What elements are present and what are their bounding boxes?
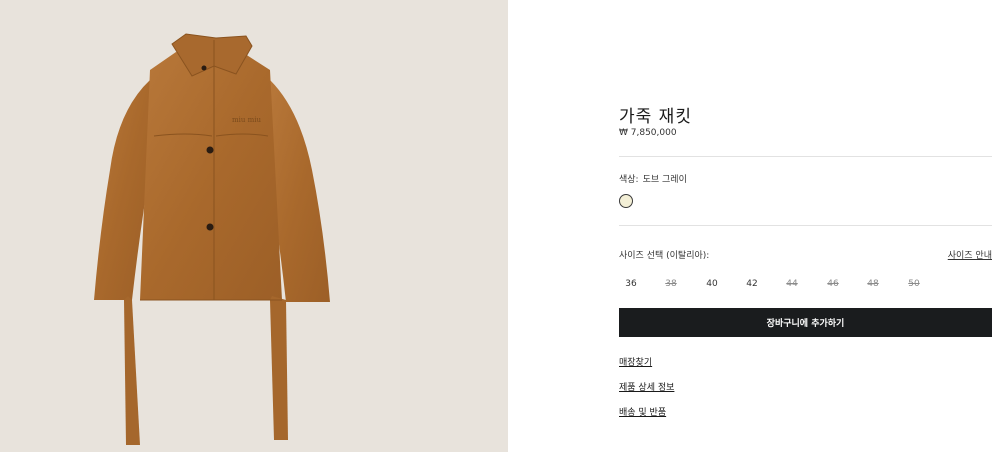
add-to-cart-button[interactable]: 장바구니에 추가하기 [619, 308, 992, 337]
size-option-38[interactable]: 38 [659, 279, 683, 289]
color-label: 색상: [619, 175, 639, 185]
store-finder-link[interactable]: 매장찾기 [619, 355, 652, 368]
size-option-48[interactable]: 48 [861, 279, 885, 289]
jacket-button [206, 223, 214, 231]
size-option-44[interactable]: 44 [780, 279, 804, 289]
size-option-50[interactable]: 50 [902, 279, 926, 289]
size-guide-link[interactable]: 사이즈 안내 [948, 248, 992, 261]
color-swatch[interactable] [619, 194, 633, 208]
size-label: 사이즈 선택 (이탈리아): [619, 251, 710, 261]
shipping-returns-link[interactable]: 배송 및 반품 [619, 405, 666, 418]
product-info: 가죽 재킷 ₩ 7,850,000 색상: 도브 그레이 사이즈 선택 (이탈리아… [619, 0, 992, 452]
size-options: 36 38 40 42 44 46 48 50 [619, 279, 949, 291]
product-details-link[interactable]: 제품 상세 정보 [619, 380, 674, 393]
jacket-button [201, 65, 207, 71]
product-image: miu miu [0, 0, 508, 452]
color-value: 도브 그레이 [642, 175, 687, 185]
color-row: 색상: 도브 그레이 [619, 172, 687, 185]
product-page: miu miu 가죽 재킷 ₩ 7,850,000 색상: 도브 그레이 사이즈 … [0, 0, 1000, 452]
jacket-logo: miu miu [232, 116, 261, 124]
size-option-42[interactable]: 42 [740, 279, 764, 289]
jacket-illustration: miu miu [0, 0, 508, 452]
size-option-46[interactable]: 46 [821, 279, 845, 289]
product-price: ₩ 7,850,000 [619, 128, 677, 138]
divider [619, 225, 992, 226]
jacket-button [206, 146, 214, 154]
divider [619, 156, 992, 157]
size-option-36[interactable]: 36 [619, 279, 643, 289]
product-title: 가죽 재킷 [619, 107, 692, 127]
size-option-40[interactable]: 40 [700, 279, 724, 289]
